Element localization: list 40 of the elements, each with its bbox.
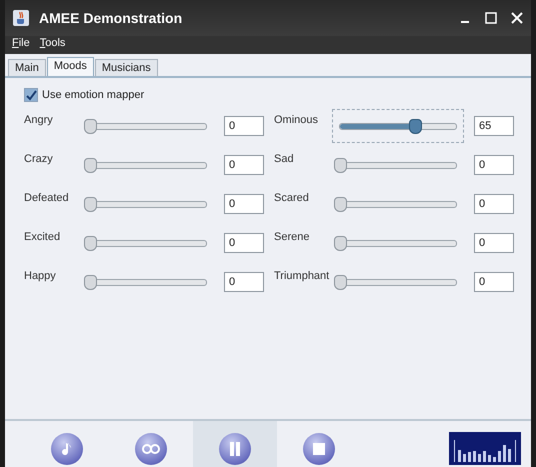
tab[interactable]: Main (8, 59, 46, 76)
slider[interactable] (332, 109, 464, 143)
menu-item[interactable]: Tools (40, 37, 66, 49)
mood-label: Happy (24, 269, 57, 282)
value-field[interactable]: 0 (224, 194, 264, 214)
mood-label: Scared (274, 191, 310, 204)
value-field[interactable]: 0 (224, 233, 264, 253)
value-field[interactable]: 0 (474, 194, 514, 214)
mood-label: Triumphant (274, 269, 330, 282)
pause-button[interactable] (219, 433, 251, 465)
stop-icon (313, 443, 325, 455)
value-field[interactable]: 0 (474, 155, 514, 175)
note-button[interactable] (51, 433, 83, 465)
checkbox-label: Use emotion mapper (42, 89, 144, 101)
mood-label: Angry (24, 113, 54, 126)
value-field[interactable]: 65 (474, 116, 514, 136)
infinity-icon (142, 443, 160, 455)
checkbox[interactable] (24, 88, 38, 102)
window-title: AMEE Demonstration (39, 10, 182, 26)
value-field[interactable]: 0 (224, 155, 264, 175)
tab[interactable]: Musicians (94, 59, 158, 76)
value-field[interactable]: 0 (474, 233, 514, 253)
mood-label: Ominous (274, 113, 320, 126)
mood-label: Serene (274, 230, 310, 243)
equalizer-icon (449, 432, 521, 465)
mood-label: Defeated (24, 191, 70, 204)
mood-label: Excited (24, 230, 62, 243)
cup-icon (13, 10, 29, 26)
loop-button[interactable] (135, 433, 167, 465)
value-field[interactable]: 0 (224, 272, 264, 292)
value-field[interactable]: 0 (474, 272, 514, 292)
mood-label: Sad (274, 152, 295, 165)
stop-button[interactable] (303, 433, 335, 465)
close-icon[interactable] (511, 12, 523, 24)
maximize-icon[interactable] (485, 12, 497, 24)
tab[interactable]: Moods (46, 57, 94, 76)
pause-icon (229, 442, 241, 456)
mood-label: Crazy (24, 152, 54, 165)
value-field[interactable]: 0 (224, 116, 264, 136)
menu-item[interactable]: File (12, 37, 30, 49)
